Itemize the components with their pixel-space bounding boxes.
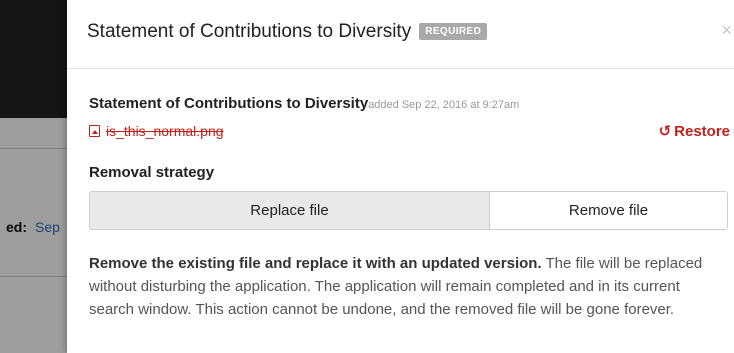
modal-title-text: Statement of Contributions to Diversity (87, 21, 412, 42)
field-added-timestamp: added Sep 22, 2016 at 9:27am (368, 99, 520, 111)
restore-button[interactable]: ↺ Restore (659, 122, 730, 140)
remove-file-button[interactable]: Remove file (490, 192, 727, 229)
required-badge: REQUIRED (419, 23, 488, 40)
removal-strategy-toggle: Replace file Remove file (89, 191, 728, 230)
replace-file-button[interactable]: Replace file (90, 192, 490, 229)
removal-description: Remove the existing file and replace it … (89, 252, 729, 321)
modal-title: Statement of Contributions to Diversity R… (87, 21, 488, 43)
removal-strategy-label: Removal strategy (89, 164, 215, 181)
description-lead: Remove the existing file and replace it … (89, 255, 542, 272)
image-file-icon (89, 125, 100, 137)
restore-label: Restore (674, 123, 730, 140)
restore-icon: ↺ (658, 123, 672, 140)
modal-header: Statement of Contributions to Diversity R… (67, 0, 734, 69)
file-row: is_this_normal.png ↺ Restore (89, 123, 730, 141)
field-heading: Statement of Contributions to Diversitya… (89, 95, 519, 113)
field-name: Statement of Contributions to Diversity (89, 95, 369, 112)
modal-dialog: Statement of Contributions to Diversity R… (67, 0, 734, 353)
file-link[interactable]: is_this_normal.png (106, 123, 224, 139)
close-icon[interactable]: × (721, 20, 732, 41)
